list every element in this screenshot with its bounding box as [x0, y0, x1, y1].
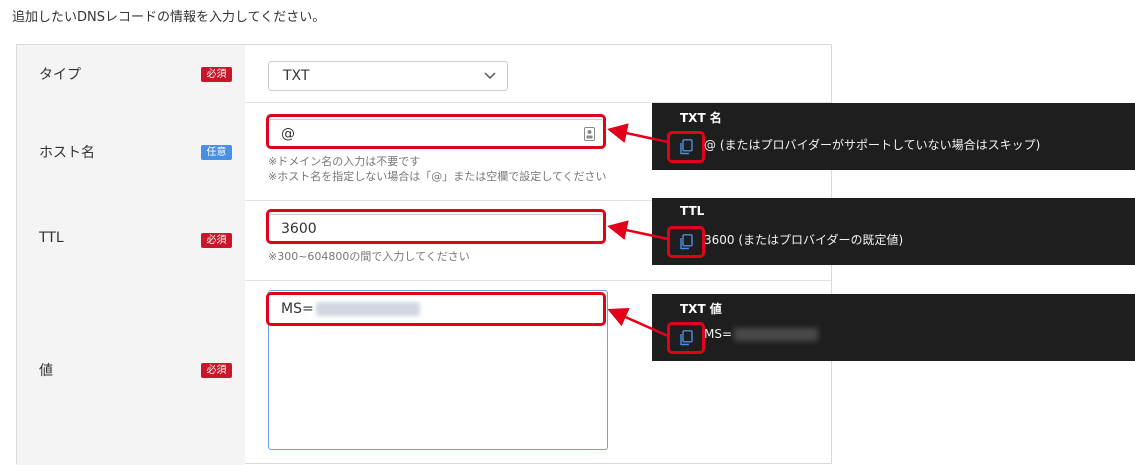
annotation-arrows [607, 123, 669, 338]
arrow [607, 307, 669, 338]
arrow [607, 123, 669, 144]
arrow [607, 220, 669, 241]
